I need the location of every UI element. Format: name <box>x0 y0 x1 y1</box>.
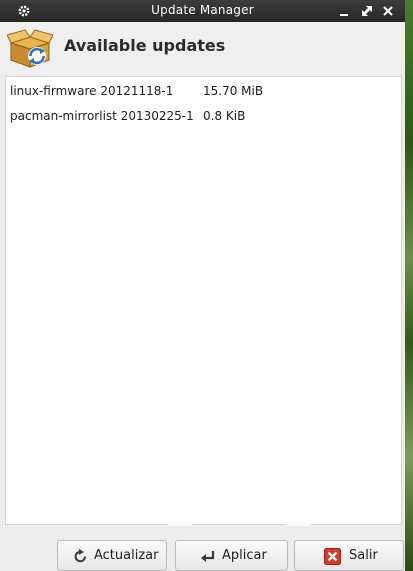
apply-button-label: Aplicar <box>222 548 267 563</box>
apply-button[interactable]: Aplicar <box>175 540 288 571</box>
column-divider <box>287 523 311 526</box>
updates-list[interactable]: linux-firmware 20121118-1 15.70 MiB pacm… <box>5 76 402 525</box>
minimize-icon[interactable] <box>337 3 351 17</box>
close-icon <box>324 548 341 565</box>
list-item[interactable]: linux-firmware 20121118-1 15.70 MiB <box>6 79 401 103</box>
package-size: 15.70 MiB <box>203 84 264 98</box>
list-item[interactable]: pacman-mirrorlist 20130225-1 0.8 KiB <box>6 104 401 128</box>
window-titlebar[interactable]: Update Manager <box>0 0 405 22</box>
package-update-icon <box>6 29 54 69</box>
quit-button[interactable]: Salir <box>294 540 404 571</box>
page-title: Available updates <box>64 36 226 55</box>
refresh-button[interactable]: Actualizar <box>57 540 167 571</box>
maximize-icon[interactable] <box>360 3 374 17</box>
refresh-button-label: Actualizar <box>94 548 159 563</box>
close-window-icon[interactable] <box>381 3 395 17</box>
package-size: 0.8 KiB <box>203 109 246 123</box>
header-panel: Available updates <box>0 22 405 74</box>
enter-arrow-icon <box>200 548 217 565</box>
button-bar: Actualizar Aplicar Salir <box>0 527 405 571</box>
package-name: linux-firmware 20121118-1 <box>10 84 174 98</box>
column-divider <box>168 523 192 526</box>
desktop-background <box>405 0 413 571</box>
update-manager-window: Update Manager Available updates linux-f… <box>0 0 405 571</box>
quit-button-label: Salir <box>349 548 378 563</box>
refresh-icon <box>72 548 89 565</box>
package-name: pacman-mirrorlist 20130225-1 <box>10 109 194 123</box>
